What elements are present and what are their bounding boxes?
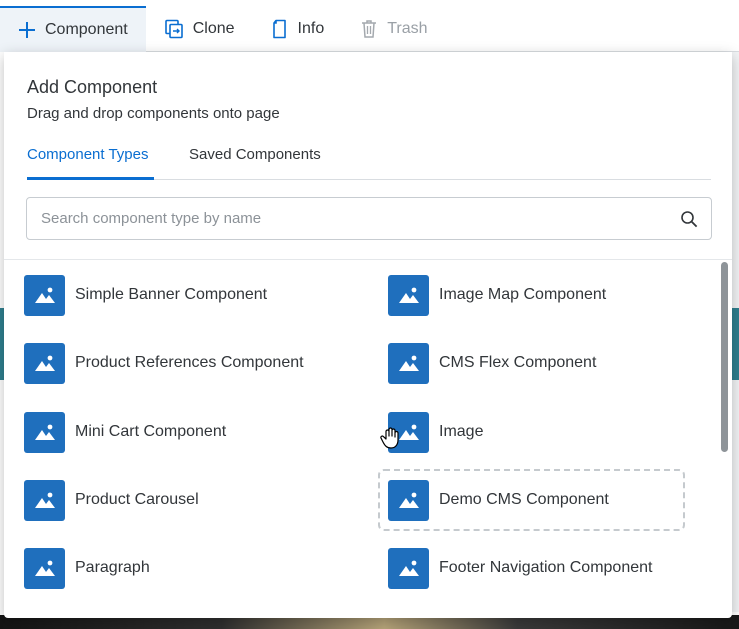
component-item-label: Image Map Component xyxy=(439,286,607,303)
add-component-label: Component xyxy=(45,20,128,38)
image-placeholder-icon xyxy=(388,411,429,453)
panel-subtitle: Drag and drop components onto page xyxy=(27,105,280,122)
search-icon[interactable] xyxy=(679,209,699,229)
add-component-button[interactable]: Component xyxy=(0,5,146,52)
component-item-label: CMS Flex Component xyxy=(439,354,597,371)
component-tabs: Component Types Saved Components xyxy=(27,146,711,180)
component-type-list: Simple Banner Component Image Map Compon… xyxy=(4,260,722,618)
image-placeholder-icon xyxy=(24,479,65,521)
tab-saved-components[interactable]: Saved Components xyxy=(189,146,321,180)
image-placeholder-icon xyxy=(24,547,65,589)
plus-icon xyxy=(18,21,36,39)
trash-icon xyxy=(360,19,378,39)
clone-label: Clone xyxy=(192,19,235,37)
component-item-image[interactable]: Image xyxy=(388,404,483,460)
search-box xyxy=(26,197,712,240)
image-placeholder-icon xyxy=(388,547,429,589)
component-item-paragraph[interactable]: Paragraph xyxy=(24,540,150,596)
component-item-simple-banner[interactable]: Simple Banner Component xyxy=(24,267,267,323)
image-placeholder-icon xyxy=(24,342,65,384)
info-label: Info xyxy=(297,19,325,37)
component-item-label: Footer Navigation Component xyxy=(439,559,653,576)
component-item-label: Image xyxy=(439,423,484,440)
component-item-label: Simple Banner Component xyxy=(75,286,268,303)
info-button[interactable]: Info xyxy=(253,6,343,52)
component-item-label: Demo CMS Component xyxy=(439,491,609,508)
component-item-mini-cart[interactable]: Mini Cart Component xyxy=(24,404,226,460)
component-item-product-carousel[interactable]: Product Carousel xyxy=(24,472,199,528)
trash-button[interactable]: Trash xyxy=(342,6,445,52)
component-item-product-references[interactable]: Product References Component xyxy=(24,335,304,391)
component-item-cms-flex[interactable]: CMS Flex Component xyxy=(388,335,596,391)
search-input[interactable] xyxy=(41,210,679,227)
clone-icon xyxy=(164,19,184,39)
clone-button[interactable]: Clone xyxy=(146,6,253,52)
panel-title: Add Component xyxy=(27,77,158,97)
info-doc-icon xyxy=(271,19,289,39)
image-placeholder-icon xyxy=(388,342,429,384)
image-placeholder-icon xyxy=(24,274,65,316)
component-item-demo-cms[interactable]: Demo CMS Component xyxy=(378,469,685,531)
image-placeholder-icon xyxy=(388,479,429,521)
list-scrollbar[interactable] xyxy=(720,260,728,618)
component-item-image-map[interactable]: Image Map Component xyxy=(388,267,606,323)
component-item-label: Product References Component xyxy=(75,354,304,371)
tab-component-types[interactable]: Component Types xyxy=(27,146,154,180)
scrollbar-thumb[interactable] xyxy=(721,262,728,452)
add-component-panel: Add Component Drag and drop components o… xyxy=(4,52,732,618)
image-placeholder-icon xyxy=(24,411,65,453)
editor-toolbar: Component Clone Info Trash xyxy=(0,5,739,52)
component-item-label: Product Carousel xyxy=(75,491,199,508)
image-placeholder-icon xyxy=(388,274,429,316)
component-item-label: Mini Cart Component xyxy=(75,423,227,440)
component-item-label: Paragraph xyxy=(75,559,150,576)
component-item-footer-navigation[interactable]: Footer Navigation Component xyxy=(388,540,652,596)
trash-label: Trash xyxy=(387,19,428,37)
